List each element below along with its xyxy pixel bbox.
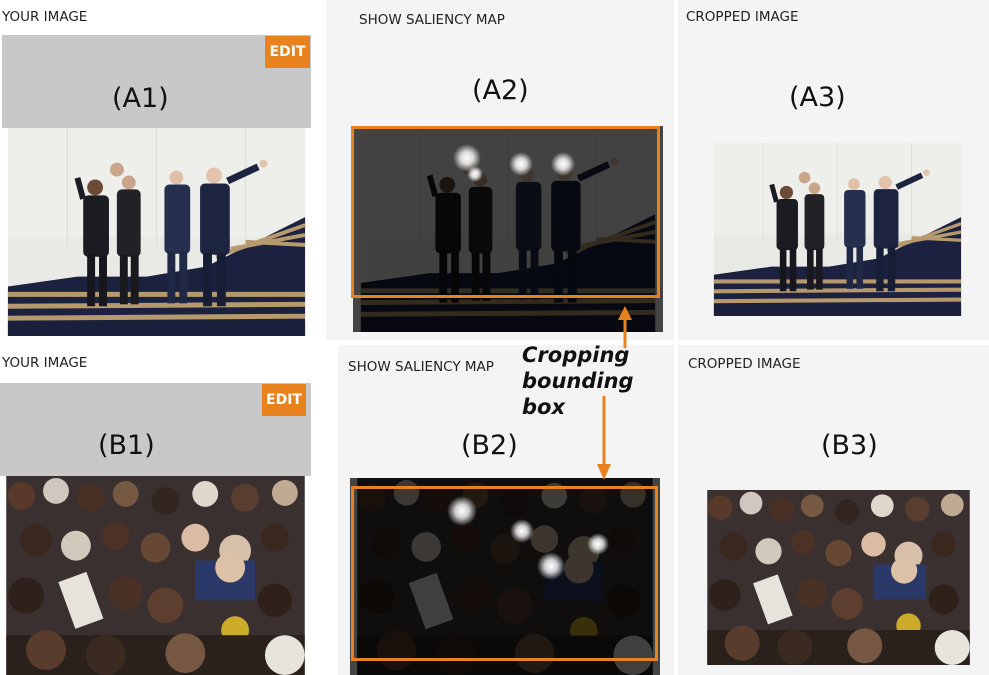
- your-image-header: YOUR IMAGE: [2, 9, 88, 25]
- cropped-image-a: [686, 143, 989, 316]
- your-image-header: YOUR IMAGE: [2, 355, 88, 371]
- arrow-up-head: [618, 306, 632, 320]
- cropped-image-b: [688, 490, 989, 665]
- cropped-image-header: CROPPED IMAGE: [686, 9, 799, 25]
- cropping-bounding-box-b: [351, 486, 658, 661]
- show-saliency-map-header[interactable]: SHOW SALIENCY MAP: [348, 359, 494, 375]
- panel-label-a2: (A2): [472, 75, 529, 106]
- original-image-a: [2, 128, 311, 336]
- arrow-down-head: [597, 464, 611, 480]
- edit-button[interactable]: EDIT: [265, 36, 310, 68]
- show-saliency-map-header[interactable]: SHOW SALIENCY MAP: [359, 12, 505, 28]
- panel-label-a3: (A3): [789, 82, 846, 113]
- edit-button[interactable]: EDIT: [262, 384, 306, 416]
- cropping-bounding-box-a: [351, 126, 660, 298]
- panel-label-b2: (B2): [461, 430, 518, 461]
- panel-label-b1: (B1): [98, 430, 155, 461]
- panel-label-b3: (B3): [821, 430, 878, 461]
- annotation-arrows: [597, 306, 632, 480]
- panel-label-a1: (A1): [112, 83, 169, 114]
- original-image-b: [0, 476, 311, 675]
- cropped-image-header: CROPPED IMAGE: [688, 356, 801, 372]
